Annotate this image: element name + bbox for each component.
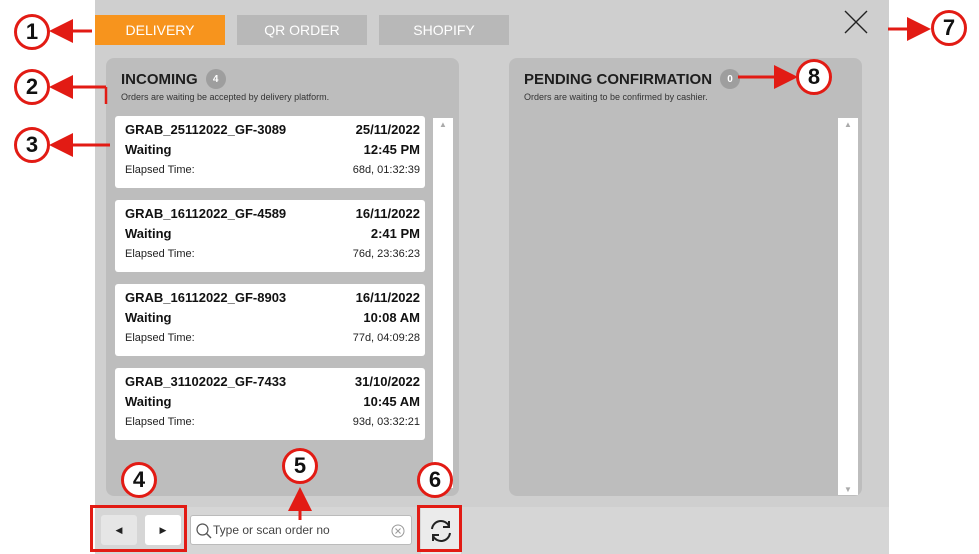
refresh-highlight <box>417 505 462 552</box>
annotation-marker-8: 8 <box>796 59 832 95</box>
annotation-marker-4: 4 <box>121 462 157 498</box>
annotation-marker-5: 5 <box>282 448 318 484</box>
annotation-marker-6: 6 <box>417 462 453 498</box>
annotation-marker-1: 1 <box>14 14 50 50</box>
nav-buttons-highlight <box>90 505 187 552</box>
annotation-marker-7: 7 <box>931 10 967 46</box>
annotation-marker-3: 3 <box>14 127 50 163</box>
annotation-marker-2: 2 <box>14 69 50 105</box>
